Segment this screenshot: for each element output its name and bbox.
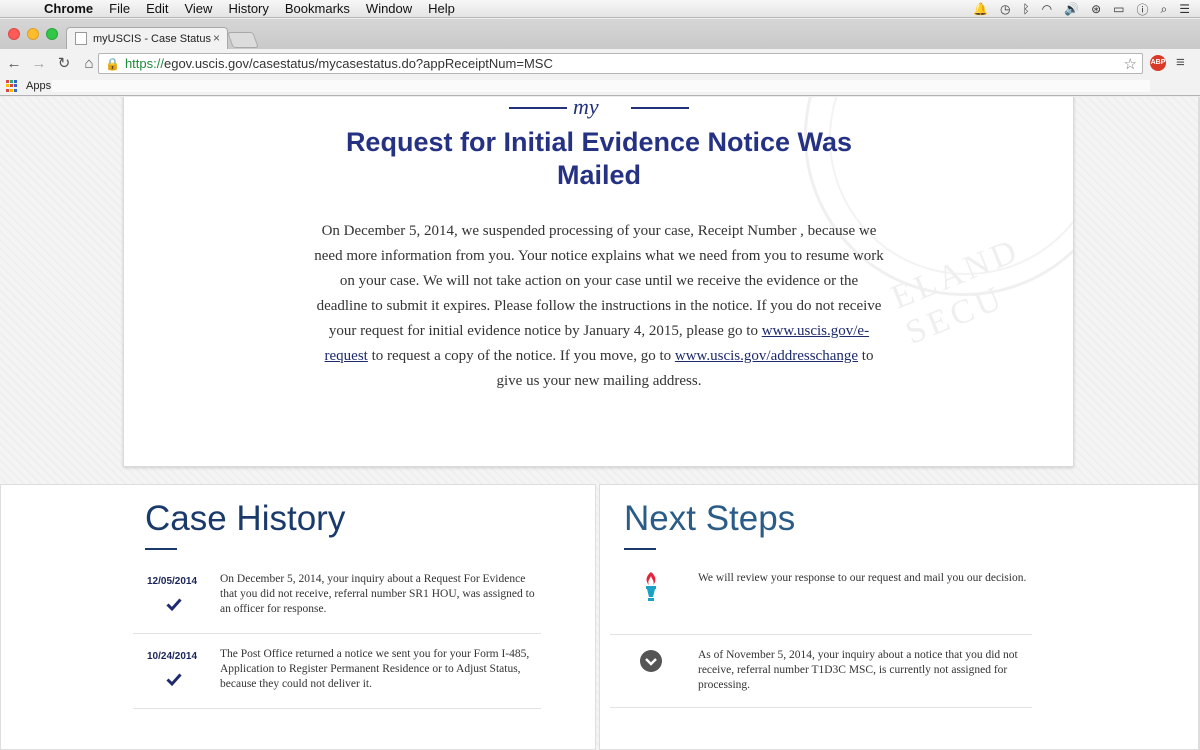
- menu-help[interactable]: Help: [420, 0, 463, 18]
- case-history-heading: Case History: [145, 499, 346, 538]
- sync-icon[interactable]: ⊛: [1091, 2, 1101, 16]
- heading-underline: [624, 548, 656, 550]
- new-tab-button[interactable]: [227, 32, 259, 48]
- address-change-link[interactable]: www.uscis.gov/addresschange: [675, 348, 858, 364]
- battery-icon[interactable]: ▭: [1113, 2, 1124, 16]
- volume-icon[interactable]: 🔊: [1064, 2, 1079, 16]
- macos-menu-bar: Chrome File Edit View History Bookmarks …: [0, 0, 1200, 18]
- adblock-plus-icon[interactable]: ABP: [1150, 55, 1166, 71]
- minimize-window-button[interactable]: [27, 28, 39, 40]
- home-icon[interactable]: ⌂: [78, 55, 100, 72]
- next-steps-panel: Next Steps We will review your response …: [599, 484, 1200, 750]
- case-status-description: On December 5, 2014, we suspended proces…: [314, 223, 884, 389]
- menu-history[interactable]: History: [220, 0, 276, 18]
- case-status-title: Request for Initial Evidence Notice Was …: [345, 127, 853, 190]
- info-icon[interactable]: ⓘ: [1136, 1, 1148, 18]
- case-status-card: ELAND SECU my Request for Initial Eviden…: [123, 97, 1074, 467]
- history-date: 12/05/2014: [147, 576, 198, 587]
- tab-mycase-status[interactable]: myUSCIS - Case Status ×: [66, 27, 228, 49]
- redacted-bookmarks: [52, 80, 1150, 92]
- history-text: On December 5, 2014, your inquiry about …: [220, 573, 535, 615]
- url-scheme: https://: [124, 56, 164, 71]
- notification-icon[interactable]: 🔔: [973, 2, 988, 16]
- address-bar[interactable]: 🔒 https://egov.uscis.gov/casestatus/myca…: [98, 53, 1143, 74]
- status-icons: 🔔 ◷ ᛒ ◠ 🔊 ⊛ ▭ ⓘ ⌕ ☰: [973, 0, 1190, 18]
- tab-title: myUSCIS - Case Status: [93, 32, 211, 45]
- window-controls: [8, 28, 58, 40]
- heading-underline: [145, 548, 177, 550]
- next-step-item: As of November 5, 2014, your inquiry abo…: [610, 636, 1032, 708]
- lock-icon: 🔒: [105, 56, 120, 71]
- time-machine-icon[interactable]: ◷: [1000, 2, 1010, 16]
- torch-icon: [646, 572, 656, 601]
- apps-bookmark[interactable]: Apps: [26, 80, 51, 92]
- bluetooth-icon[interactable]: ᛒ: [1022, 2, 1029, 16]
- page-favicon-icon: [75, 32, 87, 45]
- zoom-window-button[interactable]: [46, 28, 58, 40]
- next-step-item: We will review your response to our requ…: [610, 565, 1032, 635]
- url-text: egov.uscis.gov/casestatus/mycasestatus.d…: [163, 56, 553, 71]
- bookmark-star-icon[interactable]: ☆: [1124, 55, 1137, 73]
- apps-grid-icon[interactable]: [6, 80, 18, 92]
- back-arrow-icon[interactable]: ←: [3, 55, 25, 72]
- menu-file[interactable]: File: [101, 0, 138, 18]
- notification-center-icon[interactable]: ☰: [1179, 2, 1190, 16]
- menu-window[interactable]: Window: [358, 0, 420, 18]
- next-step-text: As of November 5, 2014, your inquiry abo…: [698, 649, 1018, 691]
- wifi-icon[interactable]: ◠: [1042, 2, 1052, 16]
- chevron-down-icon[interactable]: [640, 650, 662, 672]
- menu-view[interactable]: View: [176, 0, 220, 18]
- menu-bookmarks[interactable]: Bookmarks: [277, 0, 358, 18]
- chrome-menu-icon[interactable]: ≡: [1176, 54, 1185, 71]
- bookmarks-bar: Apps: [0, 77, 1200, 96]
- checkmark-icon: [166, 598, 182, 612]
- browser-toolbar: ← → ↻ ⌂ 🔒 https://egov.uscis.gov/casesta…: [0, 49, 1200, 77]
- next-step-text: We will review your response to our requ…: [698, 572, 1027, 584]
- close-window-button[interactable]: [8, 28, 20, 40]
- history-date: 10/24/2014: [147, 651, 198, 662]
- case-history-panel: Case History 12/05/2014 On December 5, 2…: [0, 484, 596, 750]
- menu-app-chrome[interactable]: Chrome: [36, 0, 101, 18]
- forward-arrow-icon[interactable]: →: [28, 55, 50, 72]
- history-text: The Post Office returned a notice we sen…: [220, 648, 530, 690]
- browser-tab-strip: myUSCIS - Case Status ×: [0, 19, 1200, 49]
- history-item: 12/05/2014 On December 5, 2014, your inq…: [133, 573, 541, 634]
- tab-close-icon[interactable]: ×: [213, 31, 220, 45]
- history-item: 10/24/2014 The Post Office returned a no…: [133, 648, 541, 709]
- reload-icon[interactable]: ↻: [53, 54, 75, 72]
- page-content: ELAND SECU my Request for Initial Eviden…: [0, 97, 1200, 750]
- checkmark-icon: [166, 673, 182, 687]
- myuscis-logo: my: [509, 97, 689, 120]
- menu-edit[interactable]: Edit: [138, 0, 176, 18]
- next-steps-heading: Next Steps: [624, 499, 796, 538]
- spotlight-search-icon[interactable]: ⌕: [1161, 2, 1168, 17]
